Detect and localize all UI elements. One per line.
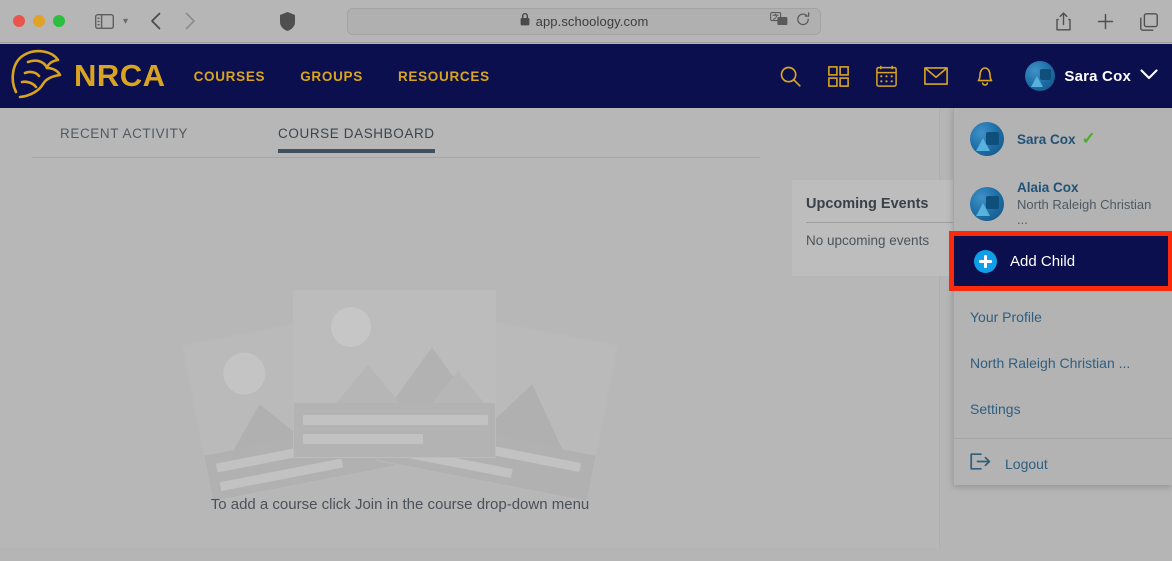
logout-label: Logout xyxy=(1005,456,1048,472)
dropdown-link-settings[interactable]: Settings xyxy=(954,386,1172,432)
placeholder-mountain-front-3 xyxy=(432,371,484,403)
tab-course-dashboard[interactable]: COURSE DASHBOARD xyxy=(278,126,435,153)
placeholder-card-front xyxy=(293,290,496,458)
child-avatar xyxy=(970,186,1004,221)
placeholder-mountain-left-2 xyxy=(226,397,301,450)
dropdown-child-alaia-cox[interactable]: Alaia Cox North Raleigh Christian ... xyxy=(954,168,1172,239)
address-bar-url: app.schoology.com xyxy=(535,14,649,29)
chevron-down-icon[interactable] xyxy=(1140,67,1158,85)
user-avatar xyxy=(1025,61,1056,91)
dashboard-tabs: RECENT ACTIVITY COURSE DASHBOARD xyxy=(32,126,435,153)
translate-icon[interactable] xyxy=(770,12,788,31)
nav-item-resources[interactable]: RESOURCES xyxy=(398,69,490,84)
add-child-button[interactable]: Add Child xyxy=(954,236,1168,286)
placeholder-image-front xyxy=(294,291,495,403)
placeholder-sun-front xyxy=(331,307,371,347)
calendar-icon[interactable] xyxy=(876,65,898,87)
upcoming-events-divider xyxy=(806,222,964,223)
reload-icon[interactable] xyxy=(796,11,810,32)
dropdown-link-your-profile[interactable]: Your Profile xyxy=(954,294,1172,340)
dropdown-links: Your Profile North Raleigh Christian ...… xyxy=(954,294,1172,489)
dropdown-child-sara-cox[interactable]: Sara Cox ✓ xyxy=(954,108,1172,168)
nav-item-groups[interactable]: GROUPS xyxy=(300,69,363,84)
nav-item-courses[interactable]: COURSES xyxy=(194,69,266,84)
tab-overview-icon[interactable] xyxy=(1140,12,1158,31)
checkmark-icon: ✓ xyxy=(1081,129,1096,148)
new-tab-plus-icon[interactable] xyxy=(1097,13,1114,30)
back-button[interactable] xyxy=(150,12,161,30)
browser-toolbar-right xyxy=(1056,0,1158,43)
placeholder-bar-front-1 xyxy=(303,415,488,425)
brand-logo[interactable]: NRCA xyxy=(8,48,166,105)
search-icon[interactable] xyxy=(780,66,802,87)
placeholder-sun-left xyxy=(219,348,269,399)
tab-course-dashboard-label: COURSE DASHBOARD xyxy=(278,126,435,141)
lock-icon xyxy=(520,12,530,31)
user-name: Sara Cox xyxy=(1064,67,1131,85)
shield-icon[interactable] xyxy=(280,11,296,31)
tab-recent-activity[interactable]: RECENT ACTIVITY xyxy=(60,126,188,153)
add-child-label: Add Child xyxy=(1010,252,1076,270)
schoology-top-nav: NRCA COURSES GROUPS RESOURCES Sara Cox xyxy=(0,44,1172,108)
sidebar-toggle-icon[interactable] xyxy=(95,13,114,29)
maximize-window-button[interactable] xyxy=(53,15,65,27)
tabs-divider xyxy=(32,157,760,158)
logout-arrow-icon xyxy=(970,453,991,475)
tab-recent-activity-label: RECENT ACTIVITY xyxy=(60,126,189,141)
child-name: Sara Cox xyxy=(1017,131,1076,147)
course-dashboard-panel: RECENT ACTIVITY COURSE DASHBOARD Upcomin… xyxy=(0,108,978,548)
logout-button[interactable]: Logout xyxy=(954,439,1172,489)
top-nav-right: Sara Cox xyxy=(780,44,1158,108)
spartan-helmet-logo-icon xyxy=(8,48,68,105)
placeholder-bar-front-2 xyxy=(303,434,423,444)
minimize-window-button[interactable] xyxy=(33,15,45,27)
empty-state-illustration: To add a course click Join in the course… xyxy=(181,278,619,528)
plus-circle-icon xyxy=(974,249,997,273)
close-window-button[interactable] xyxy=(13,15,25,27)
active-tab-indicator xyxy=(278,149,435,153)
share-icon[interactable] xyxy=(1056,12,1071,31)
add-child-highlight-box: Add Child xyxy=(949,231,1172,291)
brand-name: NRCA xyxy=(74,58,166,93)
forward-button[interactable] xyxy=(185,12,196,30)
window-traffic-lights[interactable] xyxy=(13,15,65,27)
chevron-down-icon[interactable]: ▾ xyxy=(123,16,128,27)
upcoming-events-title: Upcoming Events xyxy=(806,196,929,212)
child-school: North Raleigh Christian ... xyxy=(1017,197,1152,227)
notifications-bell-icon[interactable] xyxy=(975,65,995,87)
grid-apps-icon[interactable] xyxy=(828,65,850,87)
user-dropdown-menu: Sara Cox ✓ Alaia Cox North Raleigh Chris… xyxy=(949,108,1172,485)
address-bar[interactable]: app.schoology.com xyxy=(347,8,821,35)
child-name: Alaia Cox xyxy=(1017,180,1079,195)
dropdown-link-school[interactable]: North Raleigh Christian ... xyxy=(954,340,1172,386)
browser-chrome: ▾ app.schoology.com xyxy=(0,0,1172,43)
child-avatar xyxy=(970,122,1004,156)
upcoming-events-empty-text: No upcoming events xyxy=(806,233,930,248)
placeholder-mountain-front-2 xyxy=(336,365,400,403)
empty-state-text: To add a course click Join in the course… xyxy=(210,496,590,513)
user-menu-button[interactable]: Sara Cox xyxy=(1025,61,1158,91)
messages-envelope-icon[interactable] xyxy=(924,67,949,85)
main-nav: COURSES GROUPS RESOURCES xyxy=(194,69,490,84)
